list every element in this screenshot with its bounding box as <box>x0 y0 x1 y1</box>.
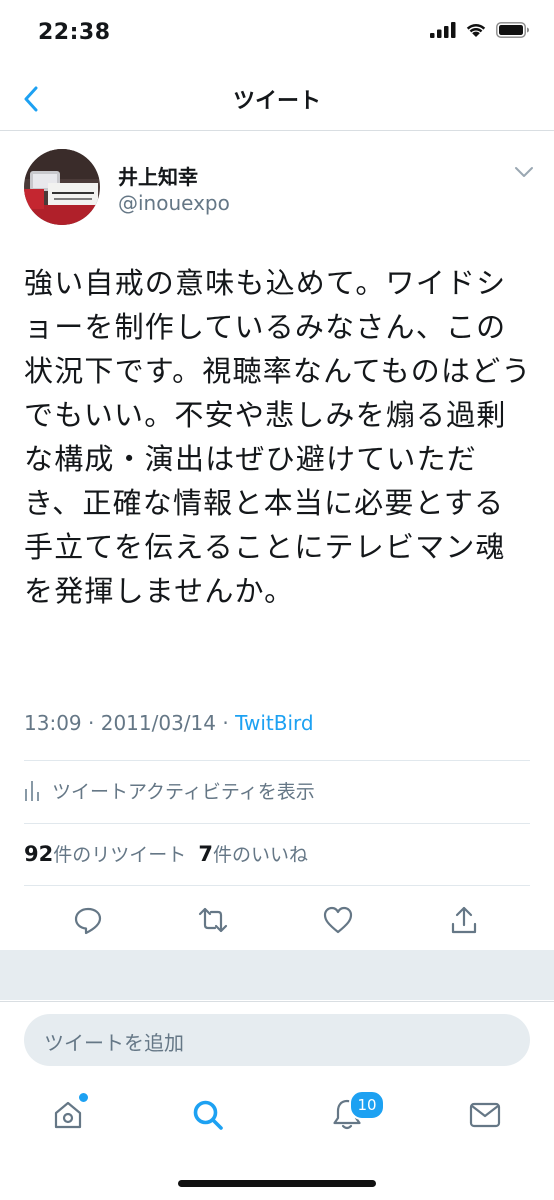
like-button[interactable] <box>321 903 355 937</box>
status-time: 22:38 <box>38 20 111 45</box>
meta-separator: · <box>81 711 101 735</box>
reply-icon <box>74 907 102 935</box>
tweet-meta: 13:09 · 2011/03/14 · TwitBird <box>24 711 314 735</box>
wifi-icon <box>466 23 486 37</box>
avatar[interactable] <box>24 149 100 225</box>
notification-badge: 10 <box>349 1090 385 1120</box>
battery-icon <box>496 22 529 38</box>
retweet-count: 92 <box>24 842 54 866</box>
tab-messages[interactable] <box>465 1095 505 1135</box>
heart-icon <box>323 906 353 934</box>
tab-search[interactable] <box>188 1095 228 1135</box>
tweet-date: 2011/03/14 <box>100 711 216 735</box>
activity-label: ツイートアクティビティを表示 <box>52 780 315 803</box>
like-count-label: 件のいいね <box>212 844 308 866</box>
retweet-count-label: 件のリツイート <box>53 844 187 866</box>
section-gap <box>0 950 554 1000</box>
status-icons <box>430 22 530 38</box>
reply-input-placeholder: ツイートを追加 <box>44 1031 184 1055</box>
tweet-activity-link[interactable]: ツイートアクティビティを表示 <box>24 775 315 805</box>
tweet-text: 強い自戒の意味も込めて。ワイドショーを制作しているみなさん、この状況下です。視聴… <box>24 266 532 608</box>
tweet-source-link[interactable]: TwitBird <box>235 711 314 735</box>
engagement-counts: 92件のリツイート 7件のいいね <box>24 840 308 867</box>
author-name[interactable]: 井上知幸 <box>118 161 198 190</box>
cellular-signal-icon <box>430 22 456 38</box>
page-title: ツイート <box>232 89 321 114</box>
share-icon <box>451 906 477 934</box>
chevron-down-icon[interactable] <box>512 164 536 180</box>
home-unread-dot <box>77 1091 90 1104</box>
retweet-button[interactable] <box>196 903 230 937</box>
reply-button[interactable] <box>71 903 105 937</box>
author-handle[interactable]: @inouexpo <box>118 191 230 215</box>
status-bar: 22:38 <box>0 0 554 70</box>
divider <box>24 823 530 824</box>
home-icon <box>54 1101 82 1129</box>
mail-icon <box>469 1102 501 1128</box>
retweet-icon <box>198 907 228 933</box>
tweet-actions <box>0 889 554 951</box>
share-button[interactable] <box>447 903 481 937</box>
like-count: 7 <box>198 842 213 866</box>
divider <box>24 885 530 886</box>
tweet-time: 13:09 <box>24 711 82 735</box>
meta-separator: · <box>216 711 236 735</box>
retweet-count-link[interactable]: 92件のリツイート <box>24 842 187 866</box>
reply-composer: ツイートを追加 <box>0 1001 554 1074</box>
analytics-bars-icon <box>25 781 39 801</box>
nav-bar: ツイート <box>0 70 554 131</box>
like-count-link[interactable]: 7件のいいね <box>198 842 308 866</box>
search-icon <box>193 1100 223 1130</box>
avatar-photo <box>24 149 100 225</box>
divider <box>24 760 530 761</box>
home-indicator[interactable] <box>178 1180 376 1187</box>
reply-input[interactable]: ツイートを追加 <box>24 1014 530 1066</box>
